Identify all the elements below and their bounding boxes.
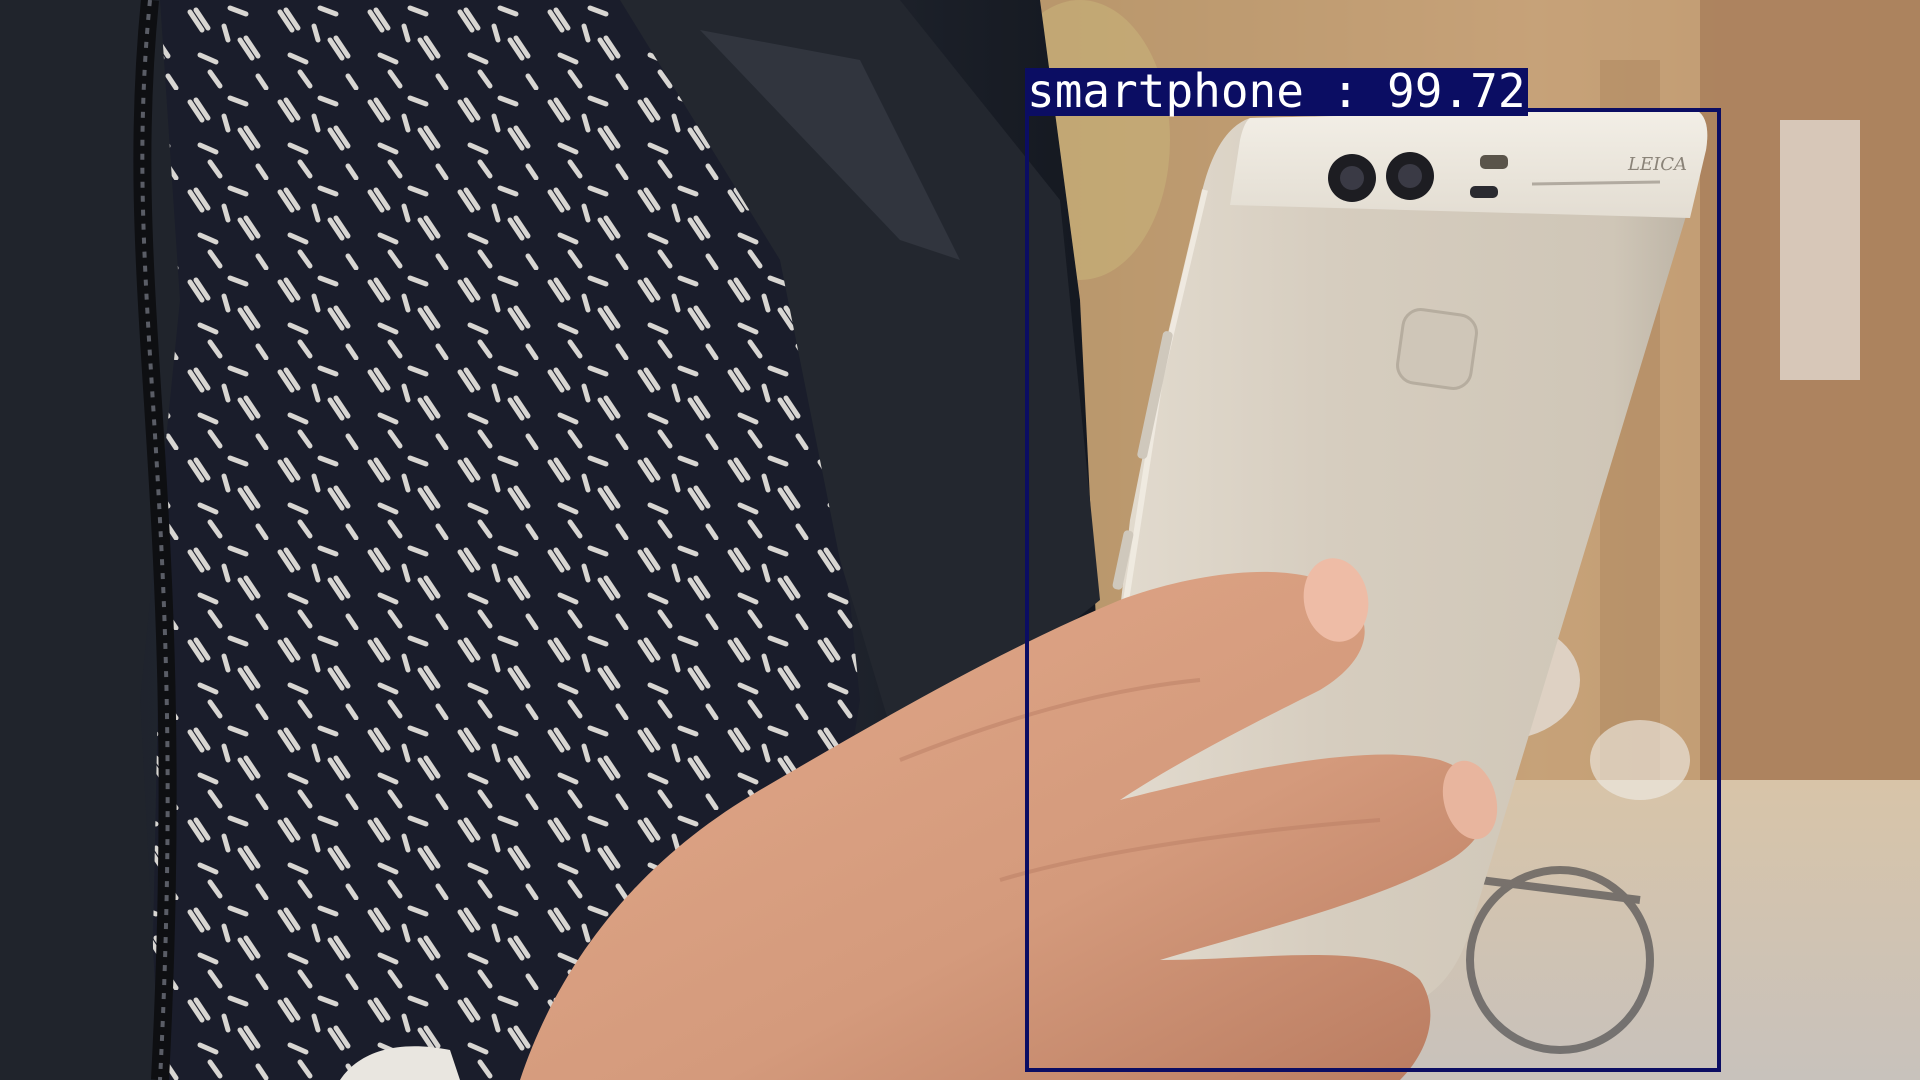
smartphone-detection-box: [1025, 108, 1721, 1072]
image-canvas: LEICA smartphone : 99.72: [0, 0, 1920, 1080]
detection-separator: :: [1303, 64, 1388, 118]
detection-score: 99.72: [1387, 64, 1526, 118]
smartphone-detection-label: smartphone : 99.72: [1025, 68, 1528, 116]
detection-class-label: smartphone: [1027, 64, 1304, 118]
